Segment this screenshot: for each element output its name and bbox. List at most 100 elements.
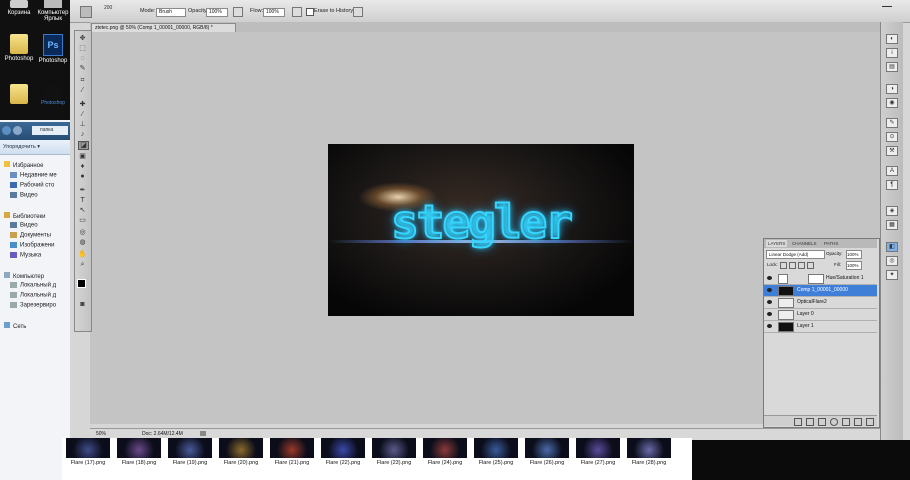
tab-layers[interactable]: LAYERS xyxy=(766,240,788,247)
hand-tool-icon[interactable]: ✋ xyxy=(78,251,87,258)
clone-stamp-tool-icon[interactable]: ⊥ xyxy=(78,121,87,128)
layer-row-selected[interactable]: Comp 1_00001_00000 xyxy=(764,285,877,297)
nav-item-reserved[interactable]: Зарезервиро xyxy=(10,302,56,309)
folder-shortcut[interactable] xyxy=(2,84,36,106)
photoshop-app-shortcut[interactable]: Ps Photoshop xyxy=(36,34,70,64)
marquee-tool-icon[interactable]: ⬚ xyxy=(78,45,87,52)
flow-input[interactable]: 100% xyxy=(263,8,285,17)
list-item[interactable]: Flare (24).png xyxy=(423,438,467,480)
visibility-eye-icon[interactable] xyxy=(767,300,772,304)
list-item[interactable]: Flare (18).png xyxy=(117,438,161,480)
brush-size-value[interactable]: 200 xyxy=(104,5,112,11)
tablet-opacity-icon[interactable] xyxy=(233,7,243,17)
info-panel-icon[interactable]: i xyxy=(886,48,898,58)
move-tool-icon[interactable]: ✥ xyxy=(78,35,87,42)
pen-tool-icon[interactable]: ✒ xyxy=(78,187,87,194)
3d-orbit-tool-icon[interactable]: ◍ xyxy=(78,239,87,246)
layer-row[interactable]: Hue/Saturation 1 xyxy=(764,273,877,285)
adjustments-panel-icon[interactable]: ◑ xyxy=(886,84,898,94)
add-mask-icon[interactable] xyxy=(818,418,826,426)
airbrush-icon[interactable] xyxy=(292,7,302,17)
crop-tool-icon[interactable]: ⌗ xyxy=(78,77,87,84)
quick-mask-icon[interactable]: ◙ xyxy=(78,301,87,308)
layer-row[interactable]: Layer 1 xyxy=(764,321,877,333)
list-item[interactable]: Flare (23).png xyxy=(372,438,416,480)
nav-item-network[interactable]: Сеть xyxy=(4,322,26,330)
nav-item-drive-d[interactable]: Локальный д xyxy=(10,292,56,299)
channels-panel-icon[interactable]: ◎ xyxy=(886,256,898,266)
visibility-eye-icon[interactable] xyxy=(767,324,772,328)
paths-panel-icon[interactable]: ✦ xyxy=(886,270,898,280)
forward-icon[interactable] xyxy=(13,126,22,135)
list-item[interactable]: Flare (19).png xyxy=(168,438,212,480)
eraser-tool-icon[interactable]: ◪ xyxy=(78,141,89,150)
lasso-tool-icon[interactable]: ◌ xyxy=(78,55,87,62)
nav-item-drive-c[interactable]: Локальный д xyxy=(10,282,56,289)
nav-item-recent[interactable]: Недавние ме xyxy=(10,172,57,179)
list-item[interactable]: Flare (28).png xyxy=(627,438,671,480)
list-item[interactable]: Flare (17).png xyxy=(66,438,110,480)
layer-row[interactable]: Layer 0 xyxy=(764,309,877,321)
document-canvas[interactable]: stegler xyxy=(328,144,634,316)
layer-row[interactable]: OpticalFlare2 xyxy=(764,297,877,309)
blur-tool-icon[interactable]: ♦ xyxy=(78,163,87,170)
minimize-icon[interactable] xyxy=(882,2,892,7)
new-adjustment-layer-icon[interactable] xyxy=(830,418,838,426)
mode-select[interactable]: Brush xyxy=(156,8,186,17)
status-menu-arrow-icon[interactable] xyxy=(200,431,206,436)
nav-item-video[interactable]: Видео xyxy=(10,222,38,229)
visibility-eye-icon[interactable] xyxy=(767,312,772,316)
explorer-path[interactable]: папка xyxy=(32,126,68,135)
libraries-header[interactable]: Библиотеки xyxy=(4,212,46,220)
nav-item-music[interactable]: Музыка xyxy=(10,252,41,259)
foreground-color-swatch[interactable] xyxy=(77,279,86,288)
quick-select-tool-icon[interactable]: ✎ xyxy=(78,65,87,72)
navigator-panel-icon[interactable]: ▤ xyxy=(886,62,898,72)
3d-rotate-tool-icon[interactable]: ◎ xyxy=(78,229,87,236)
brush-tool-icon[interactable]: ∕ xyxy=(78,111,87,118)
lock-all-icon[interactable] xyxy=(807,262,814,269)
lock-transparency-icon[interactable] xyxy=(780,262,787,269)
list-item[interactable]: Flare (21).png xyxy=(270,438,314,480)
trash-icon[interactable] xyxy=(866,418,874,426)
recycle-bin-shortcut[interactable]: Корзина xyxy=(2,0,36,16)
layer-style-icon[interactable] xyxy=(806,418,814,426)
lock-pixels-icon[interactable] xyxy=(789,262,796,269)
opacity-input[interactable]: 100% xyxy=(206,8,228,17)
photoshop-shortcut-2[interactable]: Photoshop xyxy=(36,84,70,106)
lock-position-icon[interactable] xyxy=(798,262,805,269)
masks-panel-icon[interactable]: ◉ xyxy=(886,98,898,108)
healing-brush-tool-icon[interactable]: ✚ xyxy=(78,101,87,108)
blend-mode-select[interactable]: Linear Dodge (Add) xyxy=(766,250,825,259)
back-icon[interactable] xyxy=(2,126,11,135)
eyedropper-tool-icon[interactable]: ⁄ xyxy=(78,87,87,94)
list-item[interactable]: Flare (26).png xyxy=(525,438,569,480)
list-item[interactable]: Flare (20).png xyxy=(219,438,263,480)
list-item[interactable]: Flare (27).png xyxy=(576,438,620,480)
tab-channels[interactable]: CHANNELS xyxy=(790,240,819,247)
list-item[interactable]: Flare (25).png xyxy=(474,438,518,480)
tab-paths[interactable]: PATHS xyxy=(822,240,840,247)
dodge-tool-icon[interactable]: ● xyxy=(78,173,87,180)
gradient-tool-icon[interactable]: ▣ xyxy=(78,153,87,160)
organize-button[interactable]: Упорядочить ▾ xyxy=(3,144,40,150)
list-item[interactable]: Flare (22).png xyxy=(321,438,365,480)
nav-item-video-fav[interactable]: Видео xyxy=(10,192,38,199)
explorer-address-bar[interactable]: папка xyxy=(0,122,70,140)
visibility-eye-icon[interactable] xyxy=(767,288,772,292)
new-group-icon[interactable] xyxy=(842,418,850,426)
type-tool-icon[interactable]: T xyxy=(78,197,87,204)
brush-tool-preset-icon[interactable] xyxy=(80,6,92,18)
link-layers-icon[interactable] xyxy=(794,418,802,426)
visibility-eye-icon[interactable] xyxy=(767,276,772,280)
erase-to-history-checkbox[interactable] xyxy=(306,8,314,16)
nav-item-images[interactable]: Изображени xyxy=(10,242,54,249)
layers-panel-icon[interactable]: ◧ xyxy=(886,242,898,252)
swatches-panel-icon[interactable]: ▦ xyxy=(886,220,898,230)
fill-input[interactable]: 100% xyxy=(846,261,862,270)
character-panel-icon[interactable]: A xyxy=(886,166,898,176)
color-panel-icon[interactable]: ◐ xyxy=(886,34,898,44)
zoom-tool-icon[interactable]: ⌕ xyxy=(78,261,87,268)
clone-source-panel-icon[interactable]: ⊙ xyxy=(886,132,898,142)
paragraph-panel-icon[interactable]: ¶ xyxy=(886,180,898,190)
